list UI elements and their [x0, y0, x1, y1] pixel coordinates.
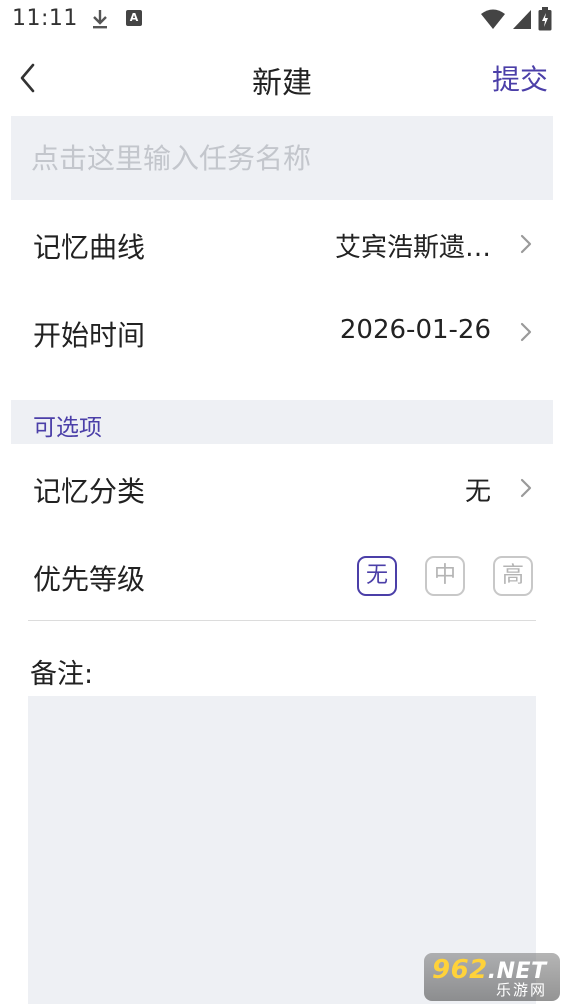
- notes-label: 备注:: [30, 659, 94, 690]
- chevron-right-icon: [520, 478, 532, 498]
- site-watermark-logo: 962.NET 乐游网: [424, 953, 560, 1001]
- status-right-icons: [480, 7, 552, 35]
- priority-options: 无 中 高: [357, 556, 533, 596]
- watermark-bottom: 乐游网: [496, 981, 548, 999]
- memory-curve-row[interactable]: 记忆曲线 艾宾浩斯遗…: [11, 200, 553, 288]
- divider: [28, 620, 536, 621]
- start-time-label: 开始时间: [33, 319, 146, 352]
- memory-curve-label: 记忆曲线: [33, 231, 146, 264]
- watermark-digits: 962: [432, 955, 488, 985]
- optional-section-header: 可选项: [11, 400, 553, 444]
- signal-icon: [512, 8, 532, 34]
- download-icon: [90, 8, 110, 34]
- start-time-value: 2026-01-26: [339, 315, 491, 345]
- memory-category-value: 无: [464, 477, 491, 507]
- memory-category-label: 记忆分类: [33, 475, 146, 508]
- task-name-input[interactable]: [11, 116, 553, 200]
- chevron-right-icon: [520, 322, 532, 342]
- priority-option-medium[interactable]: 中: [425, 556, 465, 596]
- status-bar: 11:11 A: [0, 0, 564, 38]
- memory-curve-value: 艾宾浩斯遗…: [334, 233, 491, 263]
- memory-category-row[interactable]: 记忆分类 无: [11, 444, 553, 532]
- priority-option-high[interactable]: 高: [493, 556, 533, 596]
- font-a-icon: A: [126, 10, 142, 26]
- submit-button[interactable]: 提交: [492, 58, 548, 98]
- optional-section-title: 可选项: [33, 415, 102, 441]
- nav-bar: 新建 提交: [0, 40, 564, 118]
- start-time-row[interactable]: 开始时间 2026-01-26: [11, 288, 553, 376]
- status-time: 11:11: [12, 6, 78, 31]
- priority-label: 优先等级: [33, 563, 146, 596]
- wifi-icon: [480, 8, 506, 34]
- priority-option-none[interactable]: 无: [357, 556, 397, 596]
- battery-icon: [538, 7, 552, 35]
- page-title: 新建: [252, 66, 312, 101]
- priority-row: 优先等级 无 中 高: [11, 532, 553, 620]
- task-name-field: [11, 116, 553, 200]
- chevron-right-icon: [520, 234, 532, 254]
